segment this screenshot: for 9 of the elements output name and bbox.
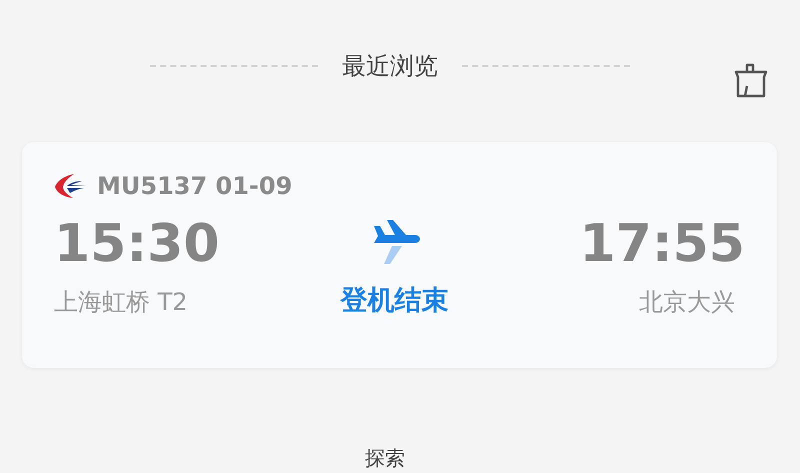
flight-status: 登机结束 [340, 284, 448, 318]
section-title: 最近浏览 [342, 51, 438, 82]
departure-time: 15:30 [54, 214, 220, 274]
section-title: 探索 [365, 446, 405, 470]
flight-number: MU5137 01-09 [97, 172, 292, 200]
departure-airport: 上海虹桥 T2 [54, 287, 189, 318]
broom-icon[interactable] [733, 62, 769, 100]
arrival-time: 17:55 [579, 214, 745, 274]
arrival-airport: 北京大兴 [639, 287, 735, 318]
